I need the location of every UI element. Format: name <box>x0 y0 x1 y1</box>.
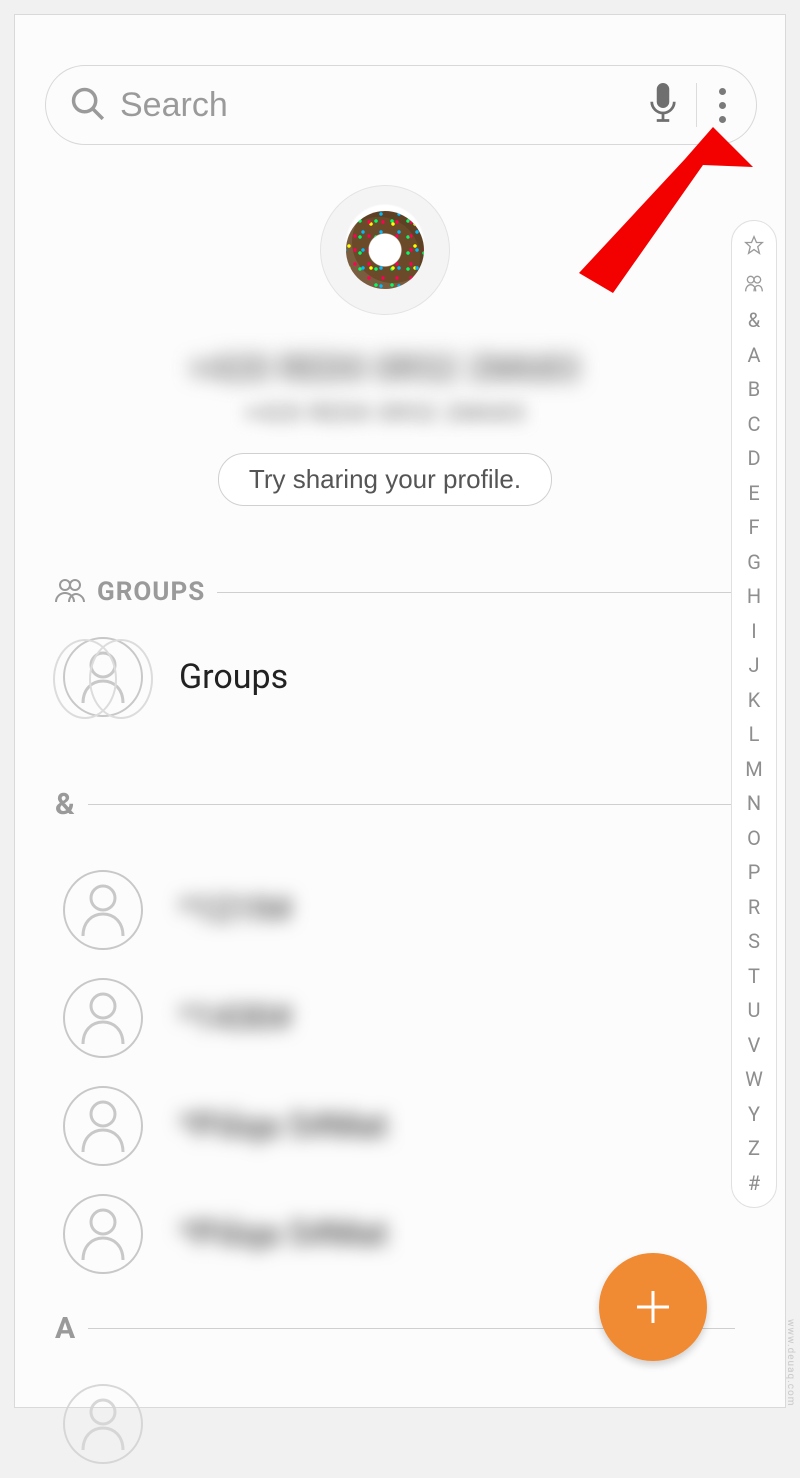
index-letter[interactable]: J <box>732 655 776 675</box>
index-letter[interactable]: E <box>732 483 776 503</box>
index-letter[interactable]: N <box>732 793 776 813</box>
profile-name-masked: +420 RED0 0R52 2M683 <box>45 349 725 389</box>
contact-row[interactable]: *1219# <box>63 856 735 964</box>
contact-avatar-placeholder <box>63 978 143 1058</box>
contact-name-masked: *Pišqa 5#Mat <box>179 1106 387 1146</box>
index-letter[interactable]: C <box>732 414 776 434</box>
contact-row[interactable]: *Pišqa 5#Mat <box>63 1072 735 1180</box>
index-letter[interactable]: H <box>732 586 776 606</box>
contact-avatar-placeholder <box>63 870 143 950</box>
groups-row[interactable]: Groups <box>63 623 735 731</box>
index-letter[interactable]: I <box>732 621 776 641</box>
section-header-amp: & <box>55 787 735 822</box>
share-profile-button[interactable]: Try sharing your profile. <box>218 453 552 506</box>
section-label: A <box>55 1311 76 1346</box>
index-letter[interactable]: B <box>732 379 776 399</box>
microphone-icon[interactable] <box>648 83 678 127</box>
index-letter[interactable]: P <box>732 862 776 882</box>
index-letter[interactable]: K <box>732 690 776 710</box>
index-letter[interactable]: L <box>732 724 776 744</box>
alpha-index[interactable]: & A B C D E F G H I J K L M N O P R S T … <box>731 220 777 1208</box>
search-bar[interactable] <box>45 65 757 145</box>
index-letter[interactable]: M <box>732 759 776 779</box>
index-letter[interactable]: & <box>732 310 776 330</box>
index-letter[interactable]: D <box>732 448 776 468</box>
index-letter[interactable]: # <box>732 1173 776 1193</box>
index-star-icon[interactable] <box>732 235 776 258</box>
watermark: www.deuaq.com <box>785 1319 796 1407</box>
donut-image <box>346 211 424 289</box>
search-icon <box>68 84 106 126</box>
section-divider <box>217 592 735 593</box>
add-contact-fab[interactable] <box>599 1253 707 1361</box>
index-letter[interactable]: O <box>732 828 776 848</box>
profile-avatar[interactable] <box>320 185 450 315</box>
section-divider <box>88 804 735 805</box>
contact-avatar-placeholder <box>63 1194 143 1274</box>
section-label: & <box>55 787 76 822</box>
index-letter[interactable]: Y <box>732 1104 776 1124</box>
index-letter[interactable]: T <box>732 966 776 986</box>
search-input[interactable] <box>120 86 648 125</box>
index-letter[interactable]: W <box>732 1069 776 1089</box>
contact-avatar-placeholder <box>63 1086 143 1166</box>
index-letter[interactable]: R <box>732 897 776 917</box>
section-label: GROUPS <box>97 577 205 607</box>
index-letter[interactable]: A <box>732 345 776 365</box>
contact-row[interactable] <box>63 1370 735 1478</box>
index-letter[interactable]: G <box>732 552 776 572</box>
more-options-icon[interactable] <box>711 82 734 129</box>
app-frame: +420 RED0 0R52 2M683 +420 RED0 0R52 2M68… <box>14 14 786 1408</box>
contact-avatar-placeholder <box>63 1384 143 1464</box>
index-letter[interactable]: S <box>732 931 776 951</box>
my-profile-section: +420 RED0 0R52 2M683 +420 RED0 0R52 2M68… <box>45 185 725 506</box>
index-letter[interactable]: V <box>732 1035 776 1055</box>
index-letter[interactable]: F <box>732 517 776 537</box>
contact-name-masked: *1430# <box>179 998 292 1038</box>
index-groups-icon[interactable] <box>732 273 776 296</box>
index-letter[interactable]: Z <box>732 1138 776 1158</box>
contact-row[interactable]: *1430# <box>63 964 735 1072</box>
groups-label: Groups <box>179 657 288 697</box>
profile-number-masked: +420 RED0 0R52 2M683 <box>45 399 725 427</box>
contact-name-masked: *Pišqa 5#Mat <box>179 1214 387 1254</box>
groups-icon <box>55 577 85 607</box>
groups-avatar-icon <box>63 637 143 717</box>
section-amp: & *1219# *1430# *Pišqa 5#Mat *Pi <box>55 787 735 1288</box>
contact-name-masked: *1219# <box>179 890 292 930</box>
index-letter[interactable]: U <box>732 1000 776 1020</box>
section-groups: GROUPS Groups <box>55 577 735 731</box>
divider <box>696 83 697 127</box>
section-header-groups: GROUPS <box>55 577 735 607</box>
plus-icon <box>631 1285 675 1329</box>
